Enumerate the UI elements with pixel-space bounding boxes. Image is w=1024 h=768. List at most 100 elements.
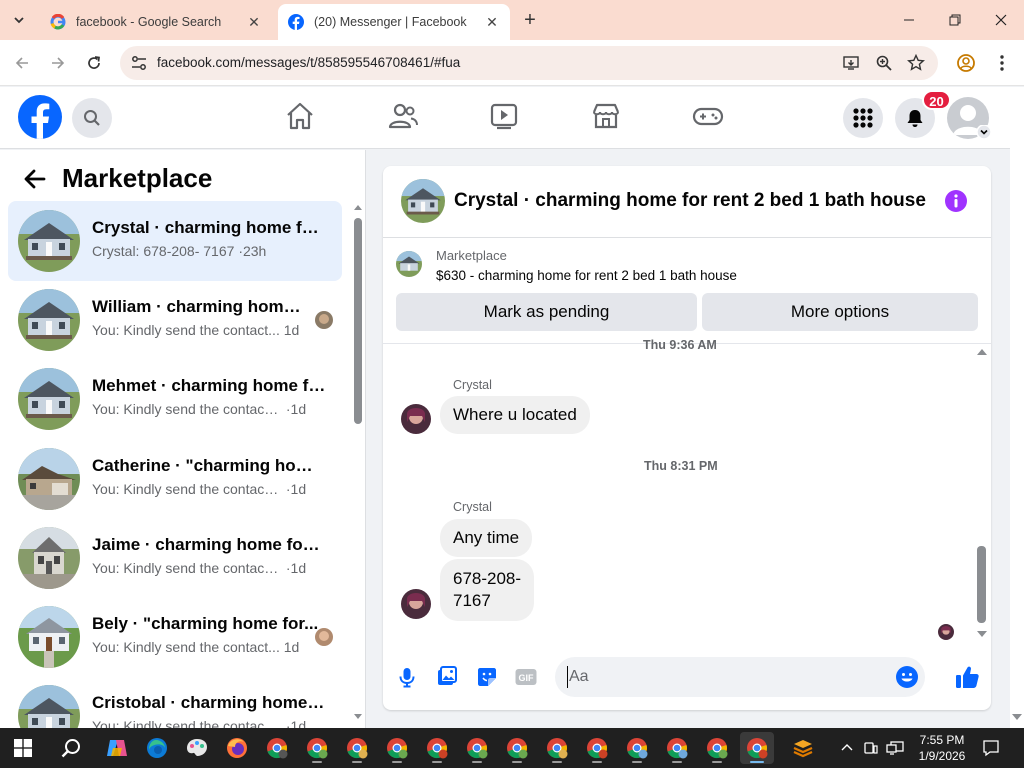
chat-title[interactable]: Crystal · charming home for rent 2 bed 1… (454, 190, 926, 212)
device-icon[interactable] (863, 740, 879, 756)
info-icon[interactable] (945, 190, 967, 212)
chrome-profile-app[interactable] (500, 732, 534, 764)
scroll-up-icon[interactable] (977, 348, 987, 356)
firefox-app[interactable] (220, 732, 254, 764)
listing-title[interactable]: $630 - charming home for rent 2 bed 1 ba… (436, 268, 737, 283)
conversation-item[interactable]: Cristobal · charming home f... You: Kind… (8, 676, 342, 728)
tab-search-button[interactable] (6, 7, 32, 33)
chrome-profile-app[interactable] (620, 732, 654, 764)
forward-button[interactable] (46, 51, 70, 75)
conversation-item[interactable]: Bely · "charming home for... You: Kindly… (8, 597, 342, 677)
gaming-icon[interactable] (692, 100, 724, 132)
chrome-profile-app[interactable] (420, 732, 454, 764)
paint-palette-icon (187, 739, 207, 756)
chrome-icon (347, 738, 368, 759)
scroll-down-icon[interactable] (354, 712, 362, 720)
install-app-icon[interactable] (842, 54, 860, 72)
listing-avatar[interactable] (401, 179, 445, 223)
chrome-profile-app[interactable] (700, 732, 734, 764)
chrome-profile-app[interactable] (540, 732, 574, 764)
chat-scrollbar[interactable] (976, 346, 988, 641)
bookmark-star-icon[interactable] (907, 54, 925, 72)
chrome-profile-app[interactable] (340, 732, 374, 764)
show-hidden-icons-icon[interactable] (840, 741, 854, 755)
conversation-item[interactable]: Catherine · "charming home... You: Kindl… (8, 439, 342, 519)
friends-icon[interactable] (387, 100, 419, 132)
account-chevron-icon[interactable] (977, 125, 991, 139)
back-arrow-icon[interactable] (22, 166, 48, 192)
site-settings-icon[interactable] (130, 54, 148, 72)
copilot-app[interactable] (100, 732, 134, 764)
chrome-profile-app-active[interactable] (740, 732, 774, 764)
conversation-item[interactable]: Crystal · charming home for ... Crystal:… (8, 201, 342, 281)
chrome-profile-app[interactable] (460, 732, 494, 764)
message-bubble[interactable]: 678-208- 7167 (440, 559, 535, 621)
chrome-profile-app[interactable] (260, 732, 294, 764)
sidebar-scroll-thumb[interactable] (354, 218, 362, 424)
chat-scroll-thumb[interactable] (977, 546, 986, 623)
address-bar[interactable]: facebook.com/messages/t/858595546708461/… (120, 46, 938, 80)
google-icon (50, 14, 66, 30)
facebook-logo-icon[interactable] (18, 95, 62, 139)
system-clock[interactable]: 7:55 PM 1/9/2026 (912, 732, 972, 764)
back-button[interactable] (10, 51, 34, 75)
chrome-icon (307, 738, 328, 759)
restore-button[interactable] (932, 0, 978, 40)
sender-avatar[interactable] (401, 404, 431, 434)
conversation-item[interactable]: Jaime · charming home for r... You: Kind… (8, 518, 342, 598)
tab-messenger[interactable]: (20) Messenger | Facebook ✕ (278, 4, 510, 40)
close-tab-icon[interactable]: ✕ (484, 14, 500, 31)
thumbs-up-icon[interactable] (954, 664, 980, 690)
message-bubble[interactable]: Where u located (440, 396, 590, 434)
emoji-icon[interactable] (895, 665, 919, 689)
notification-center-icon[interactable] (982, 739, 1000, 757)
chrome-profile-app[interactable] (580, 732, 614, 764)
scroll-up-icon[interactable] (354, 204, 362, 212)
mark-as-pending-button[interactable]: Mark as pending (396, 293, 697, 331)
watch-video-icon[interactable] (488, 100, 520, 132)
conversation-name: Mehmet · charming home fo... (92, 376, 326, 395)
more-options-button[interactable]: More options (702, 293, 978, 331)
network-icon[interactable] (886, 740, 904, 756)
search-button[interactable] (72, 98, 112, 138)
chrome-profile-app[interactable] (380, 732, 414, 764)
firefox-icon (227, 738, 247, 758)
start-button[interactable] (6, 732, 40, 764)
chrome-profile-app[interactable] (300, 732, 334, 764)
widgets-app[interactable] (786, 732, 820, 764)
home-icon[interactable] (284, 100, 316, 132)
new-tab-button[interactable]: + (518, 9, 542, 33)
conversation-item[interactable]: William · charming home ... You: Kindly … (8, 280, 342, 360)
close-tab-icon[interactable]: ✕ (246, 14, 262, 31)
page-scrollbar[interactable] (1010, 87, 1024, 728)
taskbar-search-button[interactable] (54, 732, 88, 764)
windows-logo-icon (14, 739, 32, 757)
gif-icon[interactable]: GIF (514, 665, 538, 689)
message-input[interactable]: Aa (555, 657, 925, 697)
paint-app[interactable] (180, 732, 214, 764)
message-timestamp: Thu 9:36 AM (643, 338, 717, 352)
chrome-profile-app[interactable] (660, 732, 694, 764)
zoom-icon[interactable] (875, 54, 893, 72)
microphone-icon[interactable] (395, 665, 419, 689)
scroll-down-icon[interactable] (977, 630, 987, 638)
profile-icon[interactable] (956, 53, 976, 73)
message-bubble[interactable]: Any time (440, 519, 533, 557)
sender-avatar[interactable] (401, 589, 431, 619)
minimize-button[interactable] (886, 0, 932, 40)
read-receipt-avatar (938, 624, 954, 640)
edge-app[interactable] (140, 732, 174, 764)
sidebar-scrollbar[interactable] (354, 202, 362, 722)
sticker-icon[interactable] (475, 665, 499, 689)
listing-thumbnail (396, 251, 422, 277)
conversation-preview: You: Kindly send the contact n... ·1d (92, 401, 307, 417)
marketplace-icon[interactable] (590, 100, 622, 132)
photo-icon[interactable] (435, 665, 459, 689)
tab-google-search[interactable]: facebook - Google Search ✕ (40, 4, 272, 40)
conversation-item[interactable]: Mehmet · charming home fo... You: Kindly… (8, 359, 342, 439)
scroll-down-icon[interactable] (1012, 713, 1022, 721)
close-window-button[interactable] (978, 0, 1024, 40)
more-menu-icon[interactable] (992, 53, 1012, 73)
menu-button[interactable] (843, 98, 883, 138)
reload-button[interactable] (82, 51, 106, 75)
